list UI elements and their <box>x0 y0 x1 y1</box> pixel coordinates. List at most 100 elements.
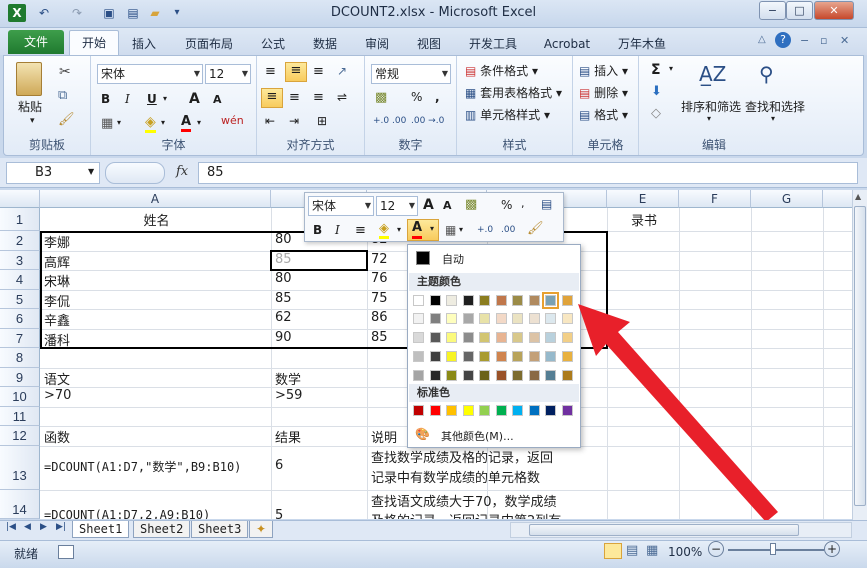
minimize-button[interactable]: − <box>759 1 786 20</box>
standard-color-swatch[interactable] <box>446 405 457 416</box>
cell-b10[interactable]: >59 <box>273 388 302 403</box>
formula-input[interactable]: 85 <box>198 162 858 184</box>
fill-icon[interactable]: ⬇ <box>651 84 662 99</box>
fill-dropdown-icon[interactable]: ▾ <box>161 118 165 127</box>
tab-wannian-muyu[interactable]: 万年木鱼 <box>610 34 674 54</box>
theme-shade-swatch[interactable] <box>446 351 457 362</box>
theme-shade-swatch[interactable] <box>479 332 490 343</box>
cell-b5[interactable]: 85 <box>273 291 292 306</box>
cut-icon[interactable]: ✂ <box>59 64 71 80</box>
row-header-6[interactable]: 6 <box>0 309 40 329</box>
doc-restore-icon[interactable]: ▫ <box>820 34 827 47</box>
tab-insert[interactable]: 插入 <box>122 34 166 54</box>
theme-shade-swatch[interactable] <box>413 332 424 343</box>
theme-shade-swatch[interactable] <box>495 351 507 362</box>
cell-a10[interactable]: >70 <box>42 388 71 403</box>
tab-page-layout[interactable]: 页面布局 <box>178 34 240 54</box>
orientation-icon[interactable]: ↗ <box>337 64 347 78</box>
zoom-slider-thumb[interactable] <box>770 543 776 555</box>
align-center-icon[interactable]: ≡ <box>289 90 300 105</box>
cell-a6[interactable]: 辛鑫 <box>42 310 70 329</box>
row-header-13[interactable]: 13 <box>0 446 40 490</box>
border-icon[interactable]: ▦ <box>101 116 113 131</box>
page-layout-view-icon[interactable]: ▤ <box>626 543 638 558</box>
mini-grow-font-button[interactable]: A <box>423 197 434 213</box>
mini-font-select[interactable]: 宋体 ▼ <box>308 196 374 216</box>
mini-bold-button[interactable]: B <box>313 223 322 237</box>
mini-size-select[interactable]: 12 ▼ <box>376 196 418 216</box>
scroll-up-icon[interactable]: ▲ <box>855 192 861 201</box>
theme-shade-swatch[interactable] <box>479 313 490 324</box>
tab-developer[interactable]: 开发工具 <box>462 34 524 54</box>
mini-fill-dropdown-icon[interactable]: ▾ <box>397 225 401 234</box>
theme-shade-swatch[interactable] <box>462 351 474 362</box>
clipboard-icon[interactable] <box>16 62 42 96</box>
page-break-view-icon[interactable]: ▦ <box>646 543 658 558</box>
cell-e1[interactable]: 录书 <box>607 210 679 229</box>
row-header-4[interactable]: 4 <box>0 270 40 290</box>
fill-color-icon[interactable]: ◈ <box>145 114 156 133</box>
mini-decrease-decimal-button[interactable]: .00 <box>501 225 515 235</box>
standard-color-swatch[interactable] <box>462 405 474 416</box>
cell-c4[interactable]: 76 <box>369 271 388 286</box>
decrease-decimal-button[interactable]: .00 →.0 <box>411 116 444 126</box>
merge-center-icon[interactable]: ⊞ <box>317 114 327 128</box>
theme-shade-swatch[interactable] <box>446 313 457 324</box>
delete-cells-button[interactable]: ▤ 删除 ▾ <box>579 84 628 101</box>
cell-a1[interactable]: 姓名 <box>40 210 271 229</box>
mini-percent-button[interactable]: % <box>501 198 512 212</box>
cell-c5[interactable]: 75 <box>369 291 388 306</box>
standard-color-swatch[interactable] <box>545 405 556 416</box>
row-header-3[interactable]: 3 <box>0 251 40 270</box>
sheet-tab-2[interactable]: Sheet2 <box>133 521 191 538</box>
cell-b7[interactable]: 90 <box>273 330 292 345</box>
zoom-out-button[interactable]: − <box>708 541 724 557</box>
autosum-dropdown-icon[interactable]: ▾ <box>669 64 673 73</box>
theme-shade-swatch[interactable] <box>512 332 523 343</box>
row-header-14[interactable]: 14 <box>0 490 40 519</box>
theme-shade-swatch[interactable] <box>479 351 490 362</box>
theme-shade-swatch[interactable] <box>528 370 540 381</box>
cell-b2[interactable]: 80 <box>273 232 292 247</box>
find-dropdown-icon[interactable]: ▾ <box>771 114 775 123</box>
italic-button[interactable]: I <box>125 92 130 106</box>
tab-data[interactable]: 数据 <box>305 34 345 54</box>
cell-b9[interactable]: 数学 <box>273 369 301 388</box>
tab-acrobat[interactable]: Acrobat <box>536 34 598 54</box>
cell-a3[interactable]: 高辉 <box>42 252 70 271</box>
theme-shade-swatch[interactable] <box>429 370 441 381</box>
format-as-table-button[interactable]: ▦ 套用表格格式 ▾ <box>465 84 562 101</box>
mini-format-painter-brush-icon[interactable]: 🖌 <box>527 221 544 236</box>
first-sheet-icon[interactable]: |◀ <box>6 522 16 532</box>
doc-minimize-icon[interactable]: − <box>800 34 809 47</box>
row-header-10[interactable]: 10 <box>0 387 40 407</box>
theme-color-swatch[interactable] <box>542 292 559 309</box>
formula-bar-splitter[interactable] <box>105 162 165 184</box>
theme-color-swatch[interactable] <box>446 295 457 306</box>
row-header-5[interactable]: 5 <box>0 290 40 309</box>
font-color-icon[interactable]: A <box>181 114 192 132</box>
cell-a9[interactable]: 语文 <box>42 369 70 388</box>
font-size-select[interactable]: 12 ▼ <box>205 64 251 84</box>
column-header-f[interactable]: F <box>679 190 751 208</box>
mini-fill-color-icon[interactable]: ◈ <box>379 221 389 239</box>
sheet-tab-3[interactable]: Sheet3 <box>191 521 249 538</box>
cell-a4[interactable]: 宋琳 <box>42 271 70 290</box>
increase-decimal-button[interactable]: +.0 .00 <box>373 116 406 126</box>
cell-a13[interactable]: =DCOUNT(A1:D7,"数学",B9:B10) <box>42 458 271 475</box>
tab-view[interactable]: 视图 <box>408 34 450 54</box>
find-select-button[interactable]: 查找和选择 <box>745 98 805 115</box>
standard-color-swatch[interactable] <box>479 405 490 416</box>
theme-shade-swatch[interactable] <box>495 313 507 324</box>
more-colors-option[interactable]: 🎨 其他颜色(M)... <box>409 425 579 445</box>
theme-shade-swatch[interactable] <box>512 313 523 324</box>
tab-home[interactable]: 开始 <box>69 30 119 56</box>
font-name-select[interactable]: 宋体 ▼ <box>97 64 203 84</box>
mini-border-dropdown-icon[interactable]: ▾ <box>459 225 463 234</box>
decrease-indent-icon[interactable]: ⇤ <box>265 114 275 128</box>
theme-shade-swatch[interactable] <box>462 313 474 324</box>
zoom-slider-track[interactable] <box>728 549 824 551</box>
sort-filter-button[interactable]: 排序和筛选 <box>681 98 741 115</box>
theme-shade-swatch[interactable] <box>446 370 457 381</box>
theme-shade-swatch[interactable] <box>413 351 424 362</box>
